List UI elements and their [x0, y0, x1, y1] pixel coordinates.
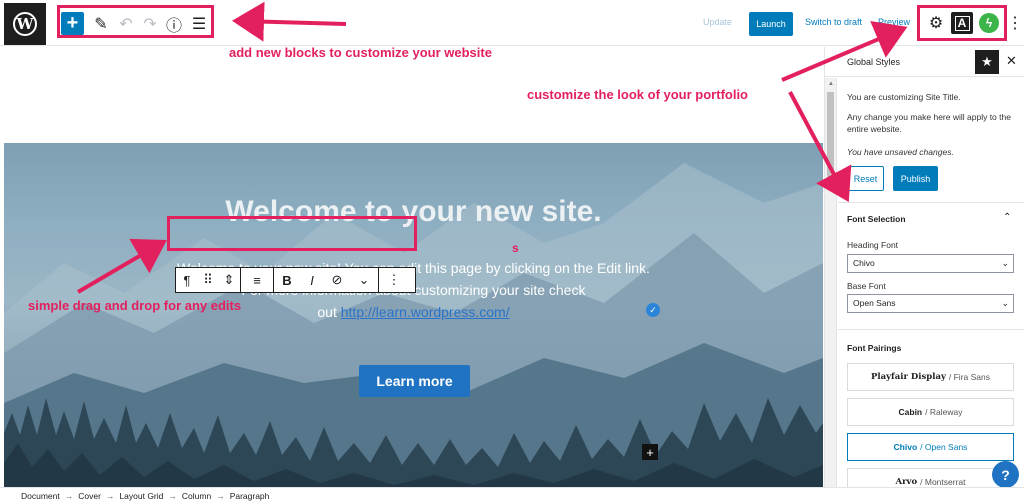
pairing-base-font: / Fira Sans	[948, 372, 990, 382]
font-pairings-heading: Font Pairings	[847, 343, 902, 353]
sidebar-title: Global Styles	[847, 57, 901, 67]
sidebar-header: Global Styles ★ ✕	[825, 47, 1024, 77]
publish-button[interactable]: Publish	[893, 166, 938, 191]
block-options-icon[interactable]: ⋮	[379, 268, 409, 292]
font-pairing-option[interactable]: Arvo / Montserrat	[847, 468, 1014, 487]
close-icon[interactable]: ✕	[1006, 53, 1017, 69]
star-icon[interactable]: ★	[975, 50, 999, 74]
drag-handle-icon[interactable]: ⠿	[198, 268, 218, 292]
apply-info: Any change you make here will apply to t…	[847, 112, 1011, 134]
breadcrumb-separator-icon: →	[168, 491, 177, 501]
pairing-base-font: / Montserrat	[920, 477, 966, 487]
chevron-up-icon[interactable]: ⌃	[1003, 212, 1011, 223]
align-icon[interactable]: ≡	[241, 268, 273, 292]
more-options-icon[interactable]: ⋮	[1004, 12, 1024, 34]
sidebar-scrollbar[interactable]: ▲	[825, 78, 837, 487]
pairing-base-font: / Raleway	[925, 407, 963, 417]
help-icon[interactable]: ?	[992, 461, 1019, 488]
cover-paragraph-line-3[interactable]: out http://learn.wordpress.com/	[4, 304, 823, 320]
block-breadcrumb-bar: Document → Cover → Layout Grid → Column …	[0, 487, 1024, 504]
cover-block[interactable]: Welcome to your new site. s Welcome to y…	[4, 143, 823, 487]
bold-icon[interactable]: B	[274, 268, 300, 292]
section-divider	[838, 202, 1024, 203]
breadcrumb-separator-icon: →	[105, 491, 115, 501]
cover-paragraph-prefix: out	[317, 304, 341, 320]
move-up-down-icon[interactable]: ⇕	[218, 268, 240, 292]
add-block-button[interactable]: +	[61, 12, 84, 35]
base-font-select[interactable]: Open Sans ⌄	[847, 294, 1014, 313]
base-font-value: Open Sans	[853, 298, 896, 308]
wordpress-logo-button[interactable]: W	[4, 3, 46, 45]
switch-to-draft-button[interactable]: Switch to draft	[805, 17, 862, 27]
heading-font-select[interactable]: Chivo ⌄	[847, 254, 1014, 273]
pairing-base-font: / Open Sans	[920, 442, 968, 452]
heading-font-label: Heading Font	[847, 240, 899, 250]
a-letter-icon: A	[954, 15, 970, 31]
breadcrumb-item-paragraph[interactable]: Paragraph	[230, 491, 270, 501]
pairing-heading-font: Cabin	[898, 407, 923, 417]
outline-icon[interactable]: ☰	[188, 13, 210, 35]
learn-wordpress-link[interactable]: http://learn.wordpress.com/	[341, 304, 510, 320]
block-inserter-plus-icon[interactable]: +	[642, 444, 658, 460]
italic-icon[interactable]: I	[300, 268, 324, 292]
breadcrumb-item-cover[interactable]: Cover	[78, 491, 101, 501]
stray-character: s	[512, 241, 519, 255]
jetpack-icon[interactable]: ϟ	[979, 13, 999, 33]
breadcrumb-item-document[interactable]: Document	[21, 491, 60, 501]
global-styles-button[interactable]: A	[951, 12, 973, 34]
heading-font-value: Chivo	[853, 258, 875, 268]
global-styles-sidebar: Global Styles ★ ✕ ▲ You are customizing …	[824, 47, 1024, 487]
undo-icon[interactable]: ↶	[115, 13, 137, 35]
breadcrumb-item-layout-grid[interactable]: Layout Grid	[119, 491, 163, 501]
block-check-icon: ✓	[646, 303, 660, 317]
pairing-heading-font: Chivo	[893, 442, 918, 452]
font-selection-heading[interactable]: Font Selection	[847, 214, 906, 224]
settings-gear-icon[interactable]: ⚙	[925, 12, 947, 34]
pairing-heading-font: Playfair Display	[870, 372, 946, 382]
base-font-label: Base Font	[847, 281, 886, 291]
launch-button[interactable]: Launch	[749, 12, 793, 36]
font-pairing-option[interactable]: Playfair Display / Fira Sans	[847, 363, 1014, 391]
scrollbar-thumb[interactable]	[827, 92, 834, 182]
link-icon[interactable]: ⊘	[324, 268, 350, 292]
section-divider	[838, 329, 1024, 330]
customizing-info: You are customizing Site Title.	[847, 92, 961, 102]
cover-heading[interactable]: Welcome to your new site.	[4, 195, 823, 229]
redo-icon[interactable]: ↷	[139, 13, 161, 35]
editor-canvas: Welcome to your new site. s Welcome to y…	[4, 47, 823, 487]
pairing-heading-font: Arvo	[895, 477, 918, 487]
chevron-down-icon: ⌄	[1001, 298, 1009, 308]
breadcrumb-item-column[interactable]: Column	[182, 491, 211, 501]
breadcrumb: Document → Cover → Layout Grid → Column …	[21, 491, 269, 501]
font-pairing-option-selected[interactable]: Chivo / Open Sans	[847, 433, 1014, 461]
chevron-down-icon: ⌄	[1001, 258, 1009, 268]
unsaved-changes-note: You have unsaved changes.	[847, 147, 954, 157]
breadcrumb-separator-icon: →	[216, 491, 225, 501]
preview-button[interactable]: Preview	[878, 17, 910, 27]
update-button[interactable]: Update	[703, 17, 732, 27]
top-toolbar: W + ✎ ↶ ↷ ⓘ ☰ Update Launch Switch to dr…	[0, 0, 1024, 46]
info-icon[interactable]: ⓘ	[163, 13, 185, 35]
breadcrumb-separator-icon: →	[64, 491, 74, 501]
paragraph-icon[interactable]: ¶	[176, 268, 198, 292]
edit-icon[interactable]: ✎	[90, 13, 112, 35]
scroll-up-icon[interactable]: ▲	[828, 81, 834, 87]
more-formatting-chevron-icon[interactable]: ⌄	[350, 268, 378, 292]
block-toolbar: ¶ ⠿ ⇕ ≡ B I ⊘ ⌄ ⋮	[175, 267, 416, 293]
editor-app: W + ✎ ↶ ↷ ⓘ ☰ Update Launch Switch to dr…	[0, 0, 1024, 504]
learn-more-button[interactable]: Learn more	[359, 365, 470, 397]
wordpress-logo-icon: W	[13, 12, 37, 36]
reset-button[interactable]: Reset	[847, 166, 884, 191]
font-pairing-option[interactable]: Cabin / Raleway	[847, 398, 1014, 426]
